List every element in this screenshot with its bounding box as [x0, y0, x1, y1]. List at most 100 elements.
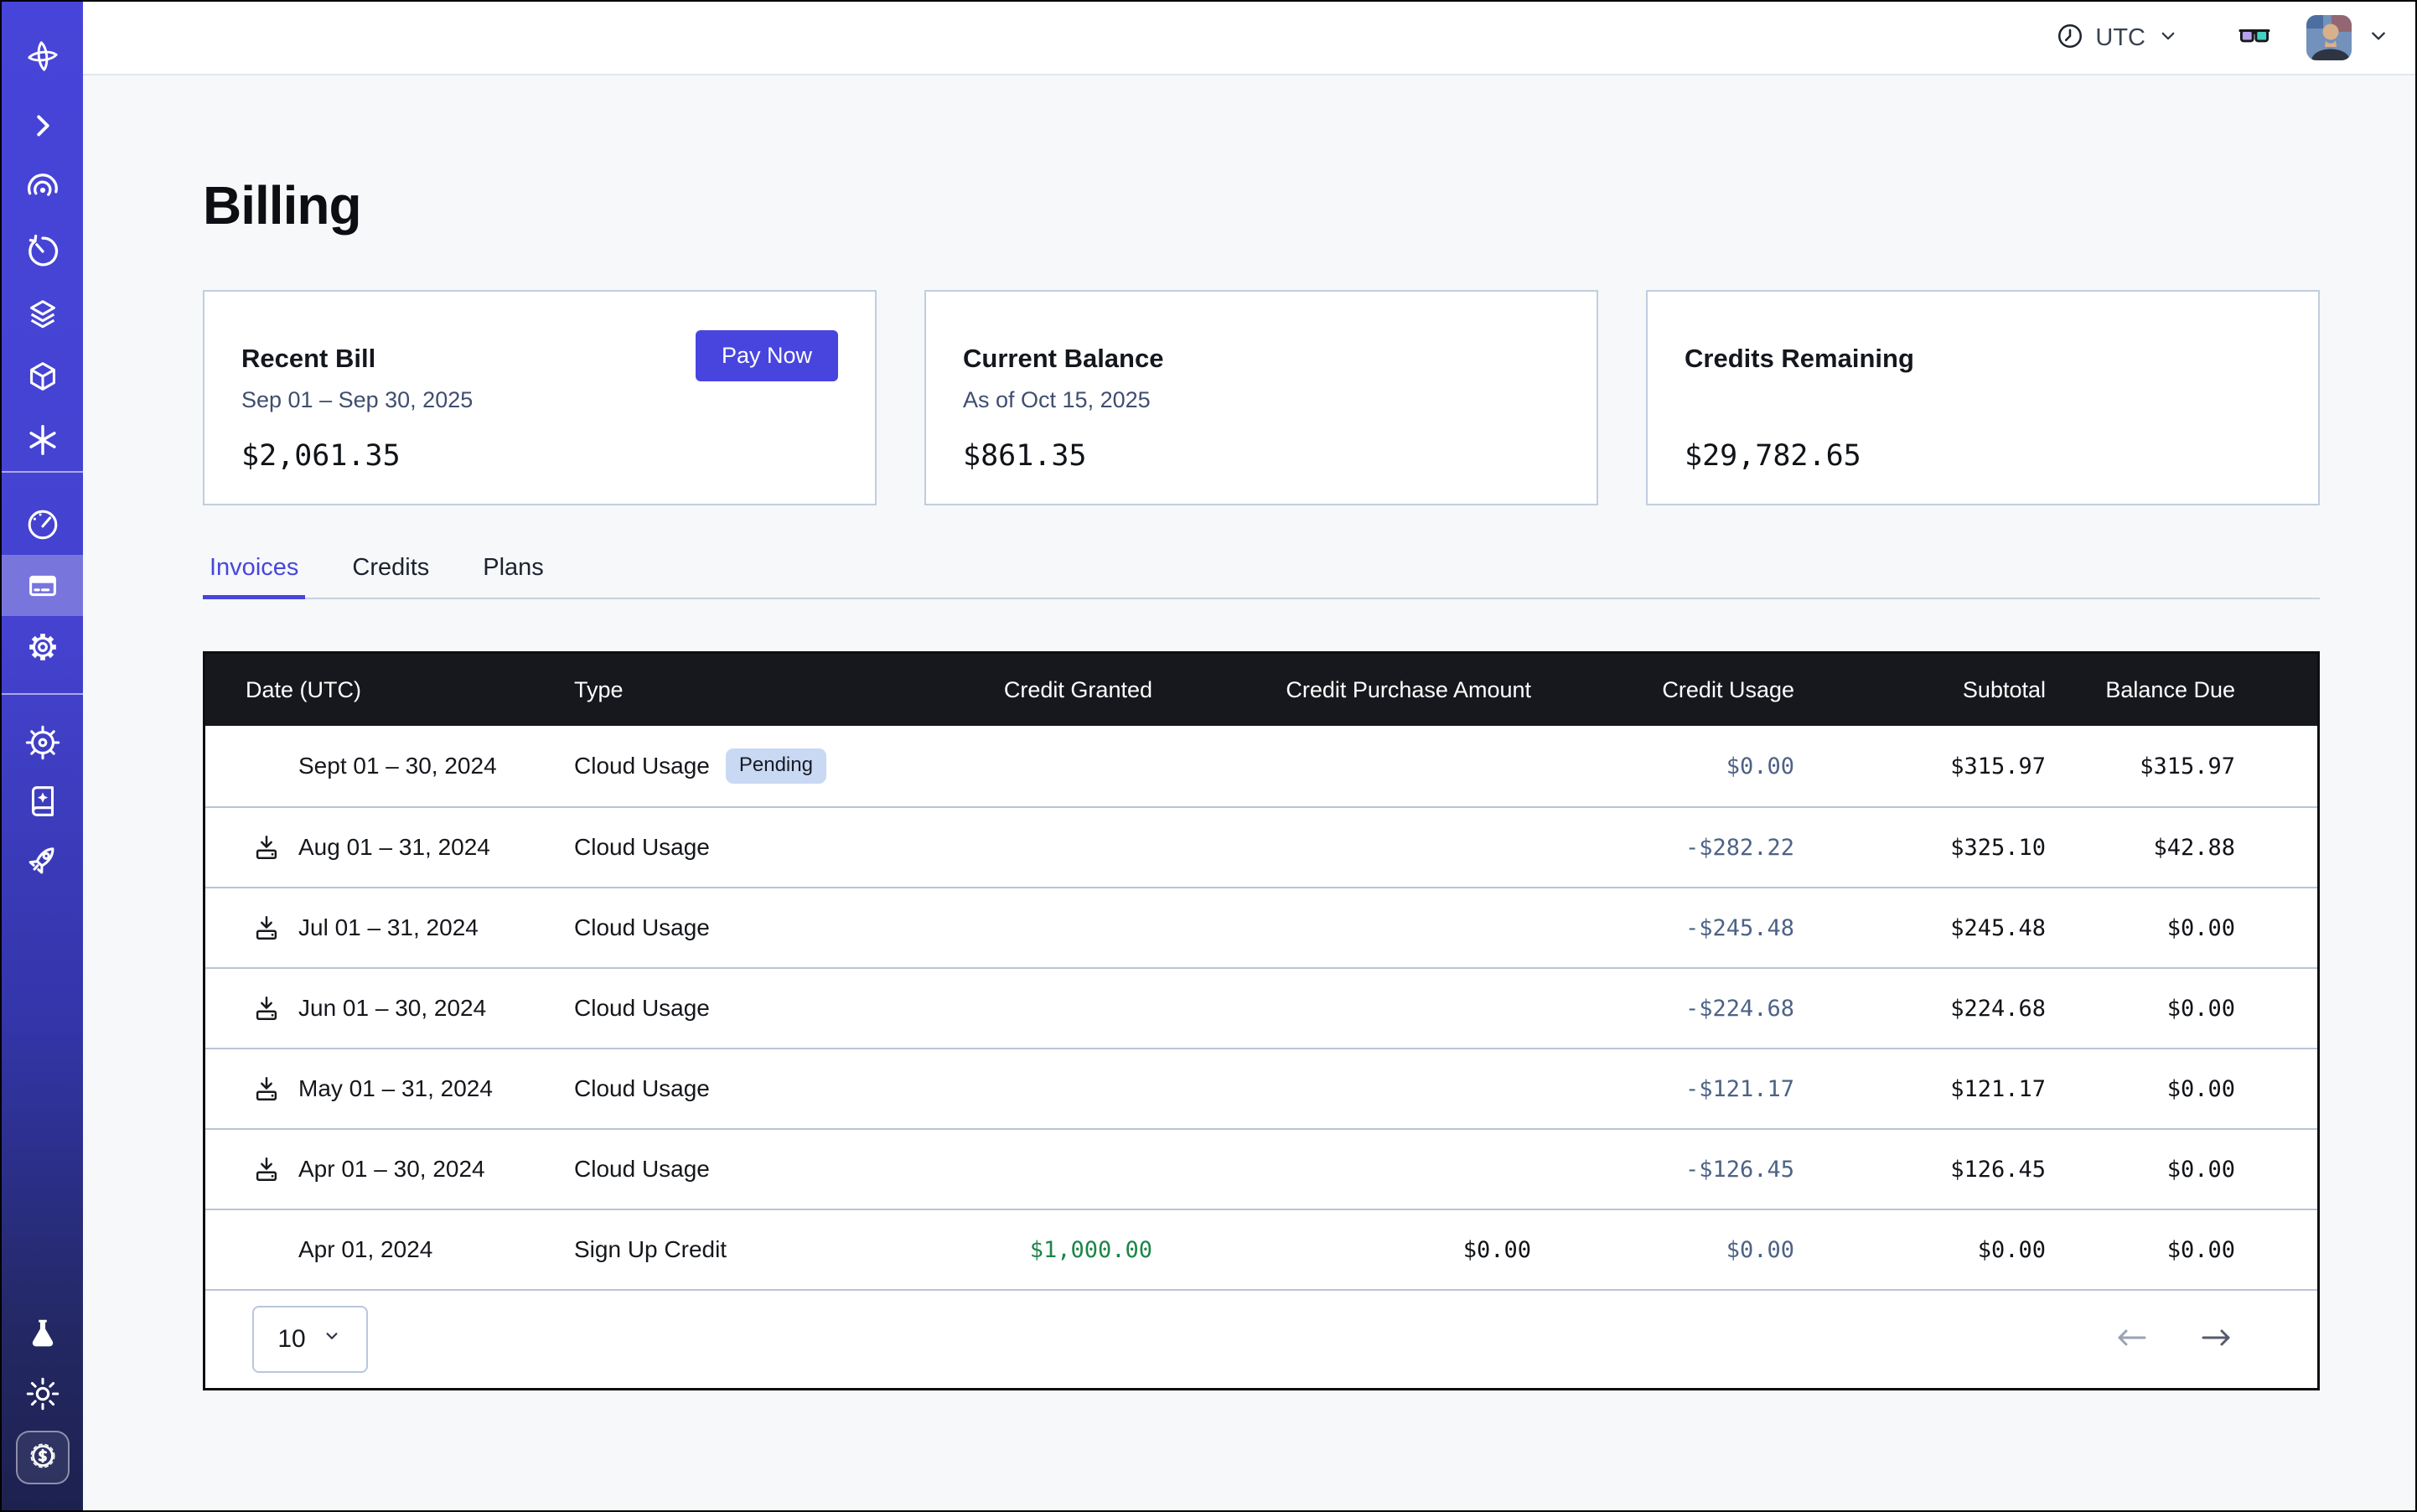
- column-header-balance-due: Balance Due: [2046, 677, 2317, 703]
- logo-orbit-icon: [23, 37, 62, 75]
- chevron-down-icon: [2156, 23, 2181, 53]
- invoice-type: Cloud Usage: [574, 1156, 710, 1183]
- sidebar-item-billing[interactable]: [2, 555, 83, 616]
- sidebar-item-history[interactable]: [2, 220, 83, 282]
- app-logo[interactable]: [2, 2, 83, 94]
- card-title: Current Balance: [963, 344, 1560, 374]
- sidebar-item-services[interactable]: [2, 408, 83, 471]
- table-header: Date (UTC) Type Credit Granted Credit Pu…: [205, 654, 2317, 726]
- table-row: Jul 01 – 31, 2024 Cloud Usage -$245.48 $…: [205, 887, 2317, 967]
- table-footer: 10: [205, 1289, 2317, 1388]
- user-menu-chevron-down-icon[interactable]: [2365, 23, 2392, 54]
- subtotal-value: $315.97: [1794, 753, 2046, 779]
- column-header-type: Type: [574, 677, 951, 703]
- download-invoice-button[interactable]: [252, 833, 281, 862]
- history-timer-icon: [23, 232, 62, 271]
- sidebar-divider: [2, 693, 83, 695]
- tab-plans[interactable]: Plans: [476, 554, 551, 599]
- sidebar-item-docs[interactable]: [2, 772, 83, 831]
- pay-now-button[interactable]: Pay Now: [696, 330, 838, 381]
- main-area: UTC Billing Recent Bill Sep 01 – Sep 30,…: [83, 2, 2415, 1510]
- card-subtitle: [1685, 387, 2281, 414]
- sidebar-item-usage[interactable]: [2, 494, 83, 555]
- sidebar-group-account: [2, 494, 83, 677]
- scan-eye-icon: [23, 169, 62, 208]
- invoice-type: Cloud Usage: [574, 995, 710, 1022]
- credit-usage-value: -$245.48: [1531, 915, 1794, 941]
- credit-usage-value: -$121.17: [1531, 1076, 1794, 1102]
- credit-purchase-value: $0.00: [1152, 1237, 1531, 1263]
- table-row: Aug 01 – 31, 2024 Cloud Usage -$282.22 $…: [205, 806, 2317, 887]
- credit-usage-value: $0.00: [1531, 753, 1794, 779]
- billing-card-icon: [23, 567, 62, 605]
- invoice-date: Apr 01, 2024: [298, 1236, 432, 1263]
- gear-icon: [23, 628, 62, 666]
- timezone-label: UTC: [2095, 24, 2145, 52]
- subtotal-value: $126.45: [1794, 1157, 2046, 1183]
- helm-wheel-icon: [23, 723, 62, 762]
- download-invoice-button[interactable]: [252, 1074, 281, 1103]
- flask-icon: [23, 1314, 62, 1353]
- invoice-date: Sept 01 – 30, 2024: [298, 753, 497, 779]
- sidebar-item-admin[interactable]: [2, 713, 83, 772]
- summary-cards: Recent Bill Sep 01 – Sep 30, 2025 $2,061…: [203, 290, 2320, 505]
- sidebar-item-labs[interactable]: [2, 1303, 83, 1364]
- credit-granted-value: $1,000.00: [951, 1237, 1152, 1263]
- recent-bill-card: Recent Bill Sep 01 – Sep 30, 2025 $2,061…: [203, 290, 877, 505]
- invoice-type: Sign Up Credit: [574, 1236, 727, 1263]
- balance-due-value: $315.97: [2046, 753, 2317, 779]
- card-title: Credits Remaining: [1685, 344, 2281, 374]
- status-badge: Pending: [726, 748, 826, 784]
- sidebar-item-containers[interactable]: [2, 345, 83, 408]
- page-size-select[interactable]: 10: [252, 1306, 368, 1373]
- download-invoice-button[interactable]: [252, 994, 281, 1023]
- balance-due-value: $0.00: [2046, 1157, 2317, 1183]
- card-subtitle: Sep 01 – Sep 30, 2025: [241, 387, 838, 414]
- table-row: Apr 01 – 30, 2024 Cloud Usage -$126.45 $…: [205, 1128, 2317, 1209]
- tab-credits[interactable]: Credits: [345, 554, 436, 599]
- card-subtitle: As of Oct 15, 2025: [963, 387, 1560, 414]
- column-header-credit-purchase: Credit Purchase Amount: [1152, 677, 1531, 703]
- invoice-date: May 01 – 31, 2024: [298, 1075, 493, 1102]
- download-invoice-button[interactable]: [252, 1155, 281, 1183]
- card-amount: $2,061.35: [241, 439, 838, 473]
- billing-page: Billing Recent Bill Sep 01 – Sep 30, 202…: [83, 75, 2415, 1510]
- cube-icon: [23, 358, 62, 396]
- column-header-credit-granted: Credit Granted: [951, 677, 1152, 703]
- card-amount: $861.35: [963, 439, 1560, 473]
- sidebar-group-bottom: [2, 1303, 83, 1484]
- invoice-type: Cloud Usage: [574, 914, 710, 941]
- credits-button[interactable]: [16, 1431, 70, 1484]
- previous-page-button[interactable]: [2113, 1325, 2150, 1354]
- view-mode-button[interactable]: [2236, 18, 2273, 59]
- column-header-subtotal: Subtotal: [1794, 677, 2046, 703]
- balance-due-value: $0.00: [2046, 1237, 2317, 1263]
- sidebar-item-theme[interactable]: [2, 1364, 83, 1424]
- sidebar-divider: [2, 471, 83, 473]
- sidebar-item-quickstart[interactable]: [2, 831, 83, 889]
- sidebar-item-layers[interactable]: [2, 282, 83, 345]
- invoice-type: Cloud Usage: [574, 753, 710, 779]
- credits-remaining-card: Credits Remaining $29,782.65: [1646, 290, 2320, 505]
- table-row: Sept 01 – 30, 2024 Cloud Usage Pending $…: [205, 726, 2317, 806]
- chevron-right-icon: [23, 106, 62, 145]
- subtotal-value: $325.10: [1794, 835, 2046, 861]
- tab-invoices[interactable]: Invoices: [203, 554, 305, 599]
- sidebar-item-expand[interactable]: [2, 94, 83, 157]
- table-row: May 01 – 31, 2024 Cloud Usage -$121.17 $…: [205, 1048, 2317, 1128]
- timezone-dropdown[interactable]: UTC: [2055, 21, 2181, 55]
- balance-due-value: $0.00: [2046, 1076, 2317, 1102]
- next-page-button[interactable]: [2198, 1325, 2235, 1354]
- sidebar-item-monitor[interactable]: [2, 157, 83, 220]
- balance-due-value: $0.00: [2046, 915, 2317, 941]
- sun-icon: [23, 1375, 62, 1413]
- rocket-icon: [23, 841, 62, 879]
- current-balance-card: Current Balance As of Oct 15, 2025 $861.…: [924, 290, 1598, 505]
- download-invoice-button[interactable]: [252, 914, 281, 942]
- sidebar-item-settings[interactable]: [2, 616, 83, 677]
- app-window: UTC Billing Recent Bill Sep 01 – Sep 30,…: [0, 0, 2417, 1512]
- user-avatar[interactable]: [2306, 15, 2352, 60]
- invoice-date: Aug 01 – 31, 2024: [298, 834, 490, 861]
- subtotal-value: $0.00: [1794, 1237, 2046, 1263]
- clock-icon: [2055, 21, 2085, 55]
